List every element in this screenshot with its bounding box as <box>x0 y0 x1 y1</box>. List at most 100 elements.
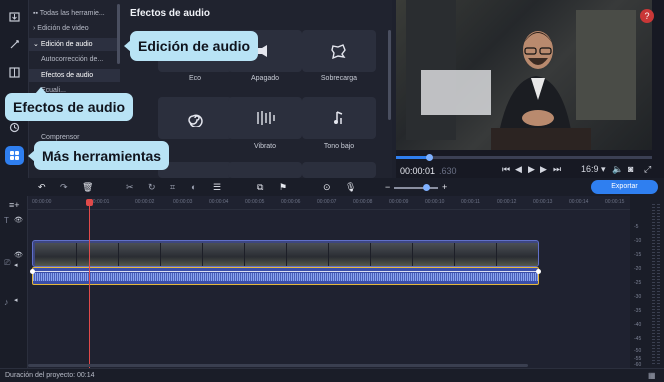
audio-clip[interactable] <box>32 267 539 285</box>
camera-icon[interactable]: ◙ <box>628 164 633 174</box>
ruler-tick: 00:00:13 <box>533 199 553 205</box>
export-button[interactable]: Exportar <box>591 180 658 194</box>
meter-tick: -30 <box>634 294 642 300</box>
clip-thumbnail <box>287 243 329 266</box>
tree-item-label: Edición de audio <box>40 41 93 48</box>
overload-icon <box>331 44 346 59</box>
microphone-icon[interactable]: 🎙 <box>345 182 356 193</box>
visibility-icon[interactable]: 👁 <box>14 216 23 224</box>
audio-waveform <box>33 273 538 281</box>
zoom-slider-track[interactable] <box>394 187 438 189</box>
text-track-icon: T <box>4 216 9 225</box>
tree-item-audio-edit[interactable]: ⌄ Edición de audio <box>29 38 120 51</box>
status-bar: Duración del proyecto: 00:14 ▦ <box>0 368 664 382</box>
effect-card-spiral[interactable] <box>158 97 232 139</box>
tree-item-audio-effects[interactable]: Efectos de audio <box>29 69 120 82</box>
timeline-toolbar: ↶ ↷ 🗑 ✂ ↻ ⌗ ◐ ☰ ⧉ ⚑ ⊙ 🎙 − + <box>0 178 664 196</box>
ruler-tick: 00:00:10 <box>425 199 445 205</box>
meter-tick: -15 <box>634 252 642 258</box>
clip-thumbnail <box>245 243 287 266</box>
preview-panel: ? 00:00:01 .630 ⏮ ◀ ▶ ▶ ⏭ 16:9 ▾ 🔈 ◙ ⤢ <box>396 0 664 178</box>
clip-thumbnail <box>497 243 538 266</box>
grid-icon[interactable]: ▦ <box>648 371 656 380</box>
tree-item-all-tools[interactable]: ▪▪ Todas las herramie... <box>29 7 120 20</box>
magic-wand-icon[interactable] <box>5 35 24 54</box>
meter-bar-left <box>652 204 655 364</box>
effect-label: Apagado <box>250 75 280 82</box>
preview-seekbar[interactable] <box>396 154 652 161</box>
effect-label: Vibrato <box>253 143 277 150</box>
effect-card-partial[interactable] <box>228 162 302 178</box>
volume-line[interactable] <box>32 271 539 272</box>
volume-icon[interactable]: 🔈 <box>612 164 623 175</box>
track-headers: ≡+ T 👁 ⎚ 👁 ◂ ♪ ◂ <box>0 196 28 368</box>
volume-keyframe[interactable] <box>536 269 541 274</box>
effect-card-partial[interactable] <box>158 162 232 178</box>
effects-scrollbar[interactable] <box>388 30 391 120</box>
frame-back-icon[interactable]: ◀ <box>515 164 522 175</box>
fullscreen-icon[interactable]: ⤢ <box>644 164 651 175</box>
ruler-tick: 00:00:03 <box>173 199 193 205</box>
ruler-tick: 00:00:06 <box>281 199 301 205</box>
effect-card-overload[interactable] <box>302 30 376 72</box>
delete-icon[interactable]: 🗑 <box>82 182 93 193</box>
undo-icon[interactable]: ↶ <box>38 182 46 193</box>
import-icon[interactable] <box>5 7 24 26</box>
location-icon[interactable]: ⊙ <box>323 182 331 193</box>
tree-item-autocorrect[interactable]: Autocorrección de... <box>29 53 120 66</box>
help-button[interactable]: ? <box>640 9 654 23</box>
tree-item-video-edit[interactable]: › Edición de video <box>29 22 120 35</box>
effect-card-partial[interactable] <box>302 162 376 178</box>
ruler-tick: 00:00:09 <box>389 199 409 205</box>
aspect-ratio-select[interactable]: 16:9 ▾ <box>581 164 606 175</box>
zoom-slider-handle[interactable] <box>423 184 430 191</box>
time-ruler[interactable]: 00:00:00 00:00:01 00:00:02 00:00:03 00:0… <box>28 196 630 210</box>
seek-handle[interactable] <box>426 154 433 161</box>
video-clip[interactable] <box>32 240 539 267</box>
volume-keyframe[interactable] <box>30 269 35 274</box>
add-track-icon[interactable]: ≡+ <box>9 200 20 210</box>
redo-icon[interactable]: ↷ <box>60 182 68 193</box>
mute-icon[interactable]: ◂ <box>14 296 18 304</box>
playhead[interactable] <box>89 200 90 368</box>
skip-back-icon[interactable]: ⏮ <box>502 164 510 175</box>
ruler-tick: 00:00:14 <box>569 199 589 205</box>
effect-card-low-tone[interactable] <box>302 97 376 139</box>
more-tools-icon[interactable] <box>5 146 24 165</box>
mute-icon[interactable]: ◂ <box>14 261 18 269</box>
clip-thumbnail <box>455 243 497 266</box>
transitions-icon[interactable] <box>5 63 24 82</box>
cut-icon[interactable]: ✂ <box>126 182 134 193</box>
low-tone-icon <box>334 111 343 124</box>
effect-label: Tono bajo <box>323 143 355 150</box>
overlay-icon[interactable]: ⧉ <box>257 182 263 193</box>
zoom-out-icon[interactable]: − <box>385 182 390 192</box>
tree-item-label: Autocorrección de... <box>41 56 104 63</box>
music-track-icon: ♪ <box>4 297 9 307</box>
visibility-icon[interactable]: 👁 <box>14 251 23 259</box>
zoom-in-icon[interactable]: + <box>442 182 447 192</box>
rotate-icon[interactable]: ↻ <box>148 182 156 193</box>
ruler-tick: 00:00:12 <box>497 199 517 205</box>
effect-card-vibrato[interactable] <box>228 97 302 139</box>
color-adjust-icon[interactable]: ◐ <box>191 182 196 192</box>
meter-tick: -35 <box>634 308 642 314</box>
skip-forward-icon[interactable]: ⏭ <box>553 164 561 175</box>
effect-label: Eco <box>188 75 202 82</box>
marker-icon[interactable]: ⚑ <box>279 182 287 193</box>
clip-thumbnail <box>161 243 203 266</box>
frame-forward-icon[interactable]: ▶ <box>540 164 547 175</box>
clip-thumbnail <box>35 243 77 266</box>
settings-sliders-icon[interactable]: ☰ <box>213 182 221 193</box>
ruler-tick: 00:00:00 <box>32 199 52 205</box>
playhead-handle[interactable] <box>86 199 93 206</box>
meter-tick: -40 <box>634 322 642 328</box>
ruler-tick: 00:00:15 <box>605 199 625 205</box>
crop-icon[interactable]: ⌗ <box>170 182 175 193</box>
tooltip-more-tools: Más herramientas <box>27 141 170 170</box>
timeline-scrollbar[interactable] <box>28 364 528 367</box>
audio-level-meter: -5 -10 -15 -20 -25 -30 -35 -40 -45 -50 -… <box>630 196 664 368</box>
tree-item-label: Efectos de audio <box>41 72 94 79</box>
play-icon[interactable]: ▶ <box>528 164 535 175</box>
tree-item-label: Comprensor <box>41 134 80 141</box>
